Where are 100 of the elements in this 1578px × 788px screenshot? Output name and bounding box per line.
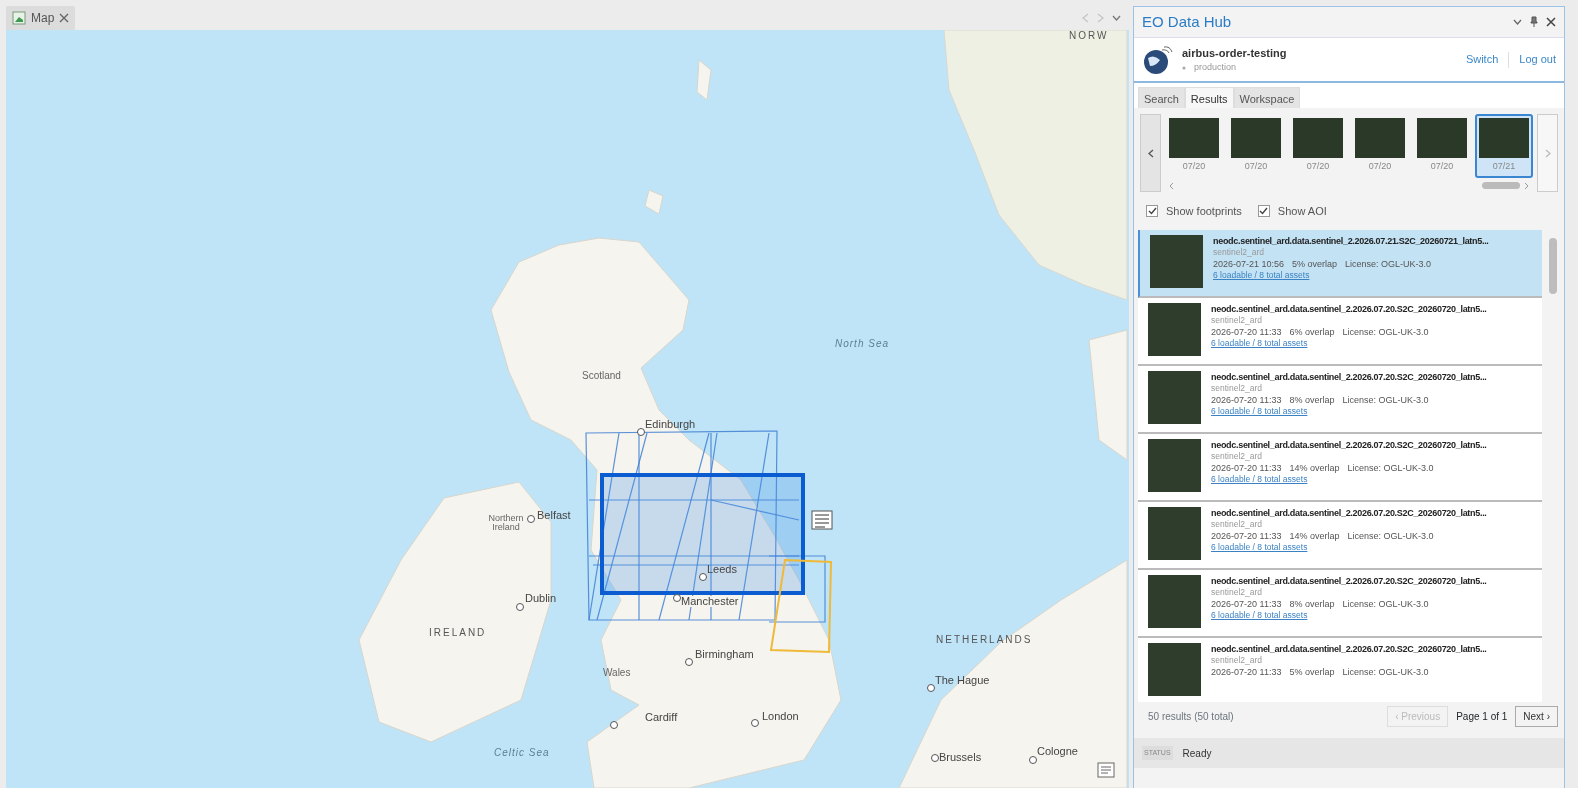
- result-datetime: 2026-07-21 10:56: [1213, 258, 1285, 270]
- scrollbar-thumb[interactable]: [1482, 182, 1520, 189]
- carousel-next-button[interactable]: [1537, 114, 1558, 192]
- city-label: The Hague: [935, 675, 990, 686]
- collection-label: sentinel2_ard: [1211, 315, 1264, 326]
- result-title: neodc.sentinel_ard.data.sentinel_2.2026.07.20.S2C_20260720_latn5...: [1211, 371, 1487, 383]
- collection-label: sentinel2_ard: [1211, 519, 1264, 530]
- overlap-label: 8% overlap: [1289, 598, 1335, 610]
- sea-label: North Sea: [835, 339, 890, 349]
- city-label: Edinburgh: [645, 419, 696, 430]
- photo-placeholder: [1148, 303, 1201, 356]
- result-datetime: 2026-07-20 11:33: [1211, 598, 1282, 610]
- layers-list-icon[interactable]: [811, 510, 833, 530]
- close-icon[interactable]: [59, 13, 70, 23]
- assets-link[interactable]: 6 loadable / 8 total assets: [1211, 474, 1487, 485]
- logout-link[interactable]: Log out: [1519, 51, 1556, 68]
- chevron-left-icon: [1147, 148, 1154, 158]
- result-datetime: 2026-07-20 11:33: [1211, 326, 1282, 338]
- assets-link[interactable]: 6 loadable / 8 total assets: [1211, 610, 1487, 621]
- result-item[interactable]: neodc.sentinel_ard.data.sentinel_2.2026.07.20.S2C_20260720_latn5... sentinel2_ard 2026-07-20 11:33 5% overlap License: OGL-UK-3.0: [1138, 638, 1542, 702]
- overlap-label: 5% overlap: [1292, 258, 1338, 270]
- result-datetime: 2026-07-20 11:33: [1211, 462, 1282, 474]
- result-item[interactable]: neodc.sentinel_ard.data.sentinel_2.2026.07.20.S2C_20260720_latn5... sentinel2_ard 2026-07-20 11:33 14% overlap License: OGL-UK-3.0 6 loadable / 8 total assets: [1138, 502, 1542, 570]
- footprint-outline: [768, 555, 826, 623]
- photo-placeholder: [1148, 439, 1201, 492]
- assets-link[interactable]: 6 loadable / 8 total assets: [1211, 338, 1487, 349]
- license-label: License: OGL-UK-3.0: [1347, 462, 1434, 474]
- forward-icon[interactable]: [1097, 13, 1104, 23]
- city-marker: [637, 428, 645, 436]
- license-label: License: OGL-UK-3.0: [1342, 598, 1429, 610]
- account-name: airbus-order-testing: [1182, 45, 1288, 61]
- country-label: NORW: [1069, 31, 1109, 41]
- city-marker: [673, 594, 681, 602]
- city-label: Birmingham: [695, 649, 754, 660]
- assets-link[interactable]: 6 loadable / 8 total assets: [1213, 270, 1489, 281]
- collection-label: sentinel2_ard: [1213, 247, 1266, 258]
- city-label: Belfast: [537, 510, 571, 521]
- city-marker: [610, 721, 618, 729]
- overlap-label: 14% overlap: [1289, 530, 1340, 542]
- thumbnail-card[interactable]: 07/20: [1165, 114, 1223, 178]
- city-marker: [527, 515, 535, 523]
- photo-placeholder: [1417, 118, 1467, 158]
- chevron-right-icon: [1544, 148, 1551, 158]
- photo-placeholder: [1231, 118, 1281, 158]
- overlap-label: 14% overlap: [1289, 462, 1340, 474]
- thumbnail-date: 07/21: [1491, 160, 1517, 173]
- next-button[interactable]: Next ›: [1515, 705, 1558, 727]
- country-label: IRELAND: [429, 628, 487, 638]
- panel-tab[interactable]: Workspace: [1233, 87, 1301, 108]
- assets-link[interactable]: 6 loadable / 8 total assets: [1211, 542, 1487, 553]
- checkbox[interactable]: [1257, 205, 1270, 217]
- close-icon[interactable]: [1546, 17, 1556, 27]
- back-icon[interactable]: [1082, 13, 1089, 23]
- checkbox[interactable]: [1146, 205, 1158, 217]
- checkbox-label: Show footprints: [1166, 203, 1242, 219]
- dropdown-icon[interactable]: [1112, 15, 1121, 21]
- thumbnail-date: 07/20: [1429, 160, 1455, 173]
- photo-placeholder: [1150, 235, 1203, 288]
- result-item[interactable]: neodc.sentinel_ard.data.sentinel_2.2026.07.20.S2C_20260720_latn5... sentinel2_ard 2026-07-20 11:33 8% overlap License: OGL-UK-3.0 6 loadable / 8 total assets: [1138, 366, 1542, 434]
- city-label: Cardiff: [645, 712, 678, 723]
- dropdown-icon[interactable]: [1513, 19, 1522, 25]
- result-item[interactable]: neodc.sentinel_ard.data.sentinel_2.2026.07.20.S2C_20260720_latn5... sentinel2_ard 2026-07-20 11:33 8% overlap License: OGL-UK-3.0 6 loadable / 8 total assets: [1138, 570, 1542, 638]
- panel-tab[interactable]: Search: [1138, 87, 1185, 108]
- environment-label: production: [1194, 61, 1237, 74]
- city-label: Cologne: [1037, 746, 1078, 757]
- city-marker: [685, 658, 693, 666]
- thumbnail-card[interactable]: 07/20: [1351, 114, 1409, 178]
- result-title: neodc.sentinel_ard.data.sentinel_2.2026.07.20.S2C_20260720_latn5...: [1211, 303, 1487, 315]
- status-value: Ready: [1182, 746, 1212, 761]
- thumbnail-card[interactable]: 07/20: [1227, 114, 1285, 178]
- map-tab[interactable]: Map: [6, 6, 76, 30]
- chevron-left-icon[interactable]: [1169, 181, 1174, 190]
- thumbnail-card[interactable]: 07/21: [1475, 114, 1533, 178]
- thumbnail-date: 07/20: [1181, 160, 1207, 173]
- panel-tab[interactable]: Results: [1184, 87, 1234, 108]
- checkbox-label: Show AOI: [1277, 203, 1327, 219]
- assets-link[interactable]: 6 loadable / 8 total assets: [1211, 406, 1487, 417]
- license-label: License: OGL-UK-3.0: [1345, 258, 1432, 270]
- map-icon: [12, 11, 26, 25]
- chevron-right-icon[interactable]: [1524, 181, 1529, 190]
- pin-icon[interactable]: [1530, 16, 1538, 28]
- thumbnail-date: 07/20: [1243, 160, 1269, 173]
- thumbnail-card[interactable]: 07/20: [1289, 114, 1347, 178]
- switch-link[interactable]: Switch: [1465, 51, 1499, 68]
- result-item[interactable]: neodc.sentinel_ard.data.sentinel_2.2026.07.20.S2C_20260720_latn5... sentinel2_ard 2026-07-20 11:33 14% overlap License: OGL-UK-3.0 6 loadable / 8 total assets: [1138, 434, 1542, 502]
- region-label: Northern Ireland: [487, 514, 525, 532]
- result-item[interactable]: neodc.sentinel_ard.data.sentinel_2.2026.07.21.S2C_20260721_latn5... sentinel2_ard 2026-07-21 10:56 5% overlap License: OGL-UK-3.0 6 loadable / 8 total assets: [1138, 230, 1542, 298]
- globe-icon: [1142, 43, 1174, 76]
- thumbnail-card[interactable]: 07/20: [1413, 114, 1471, 178]
- license-label: License: OGL-UK-3.0: [1342, 394, 1429, 406]
- result-item[interactable]: neodc.sentinel_ard.data.sentinel_2.2026.07.20.S2C_20260720_latn5... sentinel2_ard 2026-07-20 11:33 6% overlap License: OGL-UK-3.0 6 loadable / 8 total assets: [1138, 298, 1542, 366]
- legend-icon[interactable]: [1097, 762, 1115, 778]
- results-count: 50 results (50 total): [1148, 709, 1235, 724]
- photo-placeholder: [1148, 575, 1201, 628]
- photo-placeholder: [1293, 118, 1343, 158]
- result-title: neodc.sentinel_ard.data.sentinel_2.2026.07.20.S2C_20260720_latn5...: [1211, 643, 1487, 655]
- scrollbar-thumb[interactable]: [1549, 238, 1557, 294]
- collection-label: sentinel2_ard: [1211, 451, 1264, 462]
- city-marker: [1029, 756, 1037, 764]
- license-label: License: OGL-UK-3.0: [1342, 326, 1429, 338]
